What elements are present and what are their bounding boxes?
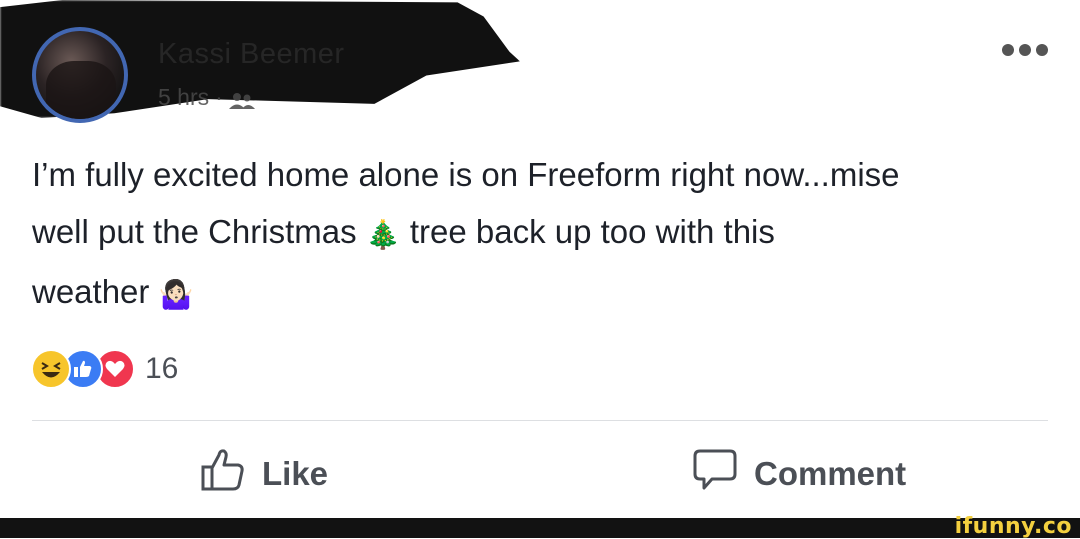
comment-bubble-icon (692, 447, 738, 501)
friends-icon[interactable] (228, 89, 255, 109)
avatar[interactable] (32, 27, 128, 123)
post-text-line-2: well put the Christmas 🎄 tree back up to… (32, 203, 1042, 263)
watermark-logo: ifunny.co (954, 514, 1072, 539)
reaction-summary[interactable]: 16 (31, 348, 178, 390)
like-label: Like (262, 455, 329, 492)
post-meta: 5 hrs · (158, 84, 255, 111)
watermark-bar: ifunny.co (0, 514, 1080, 539)
christmas-tree-emoji: 🎄 (365, 218, 401, 250)
meta-separator: · (215, 84, 223, 110)
post-text-segment: weather (32, 272, 150, 310)
thumbs-up-icon (200, 447, 246, 501)
divider (32, 420, 1048, 421)
comment-label: Comment (754, 455, 907, 492)
author-name[interactable]: Kassi Beemer (158, 38, 345, 71)
comment-button[interactable]: Comment (692, 448, 906, 500)
more-dot-icon (1036, 44, 1048, 56)
more-dot-icon (1019, 44, 1031, 56)
haha-reaction-icon (31, 349, 71, 389)
post-text-line-3: weather 🤷🏻‍♀️ (32, 263, 1042, 323)
post-text-segment: tree back up too with this (409, 213, 775, 250)
post-text-segment: well put the Christmas (32, 213, 357, 250)
more-dot-icon (1002, 44, 1014, 56)
post-body: I’m fully excited home alone is on Freef… (32, 146, 1042, 323)
post-text-line-1: I’m fully excited home alone is on Freef… (32, 156, 900, 193)
more-options-button[interactable] (1002, 44, 1048, 56)
post-time[interactable]: 5 hrs (158, 84, 209, 111)
shrug-emoji: 🤷🏻‍♀️ (158, 278, 194, 310)
avatar-photo (46, 61, 116, 119)
reaction-count: 16 (145, 352, 179, 385)
like-button[interactable]: Like (200, 448, 328, 500)
